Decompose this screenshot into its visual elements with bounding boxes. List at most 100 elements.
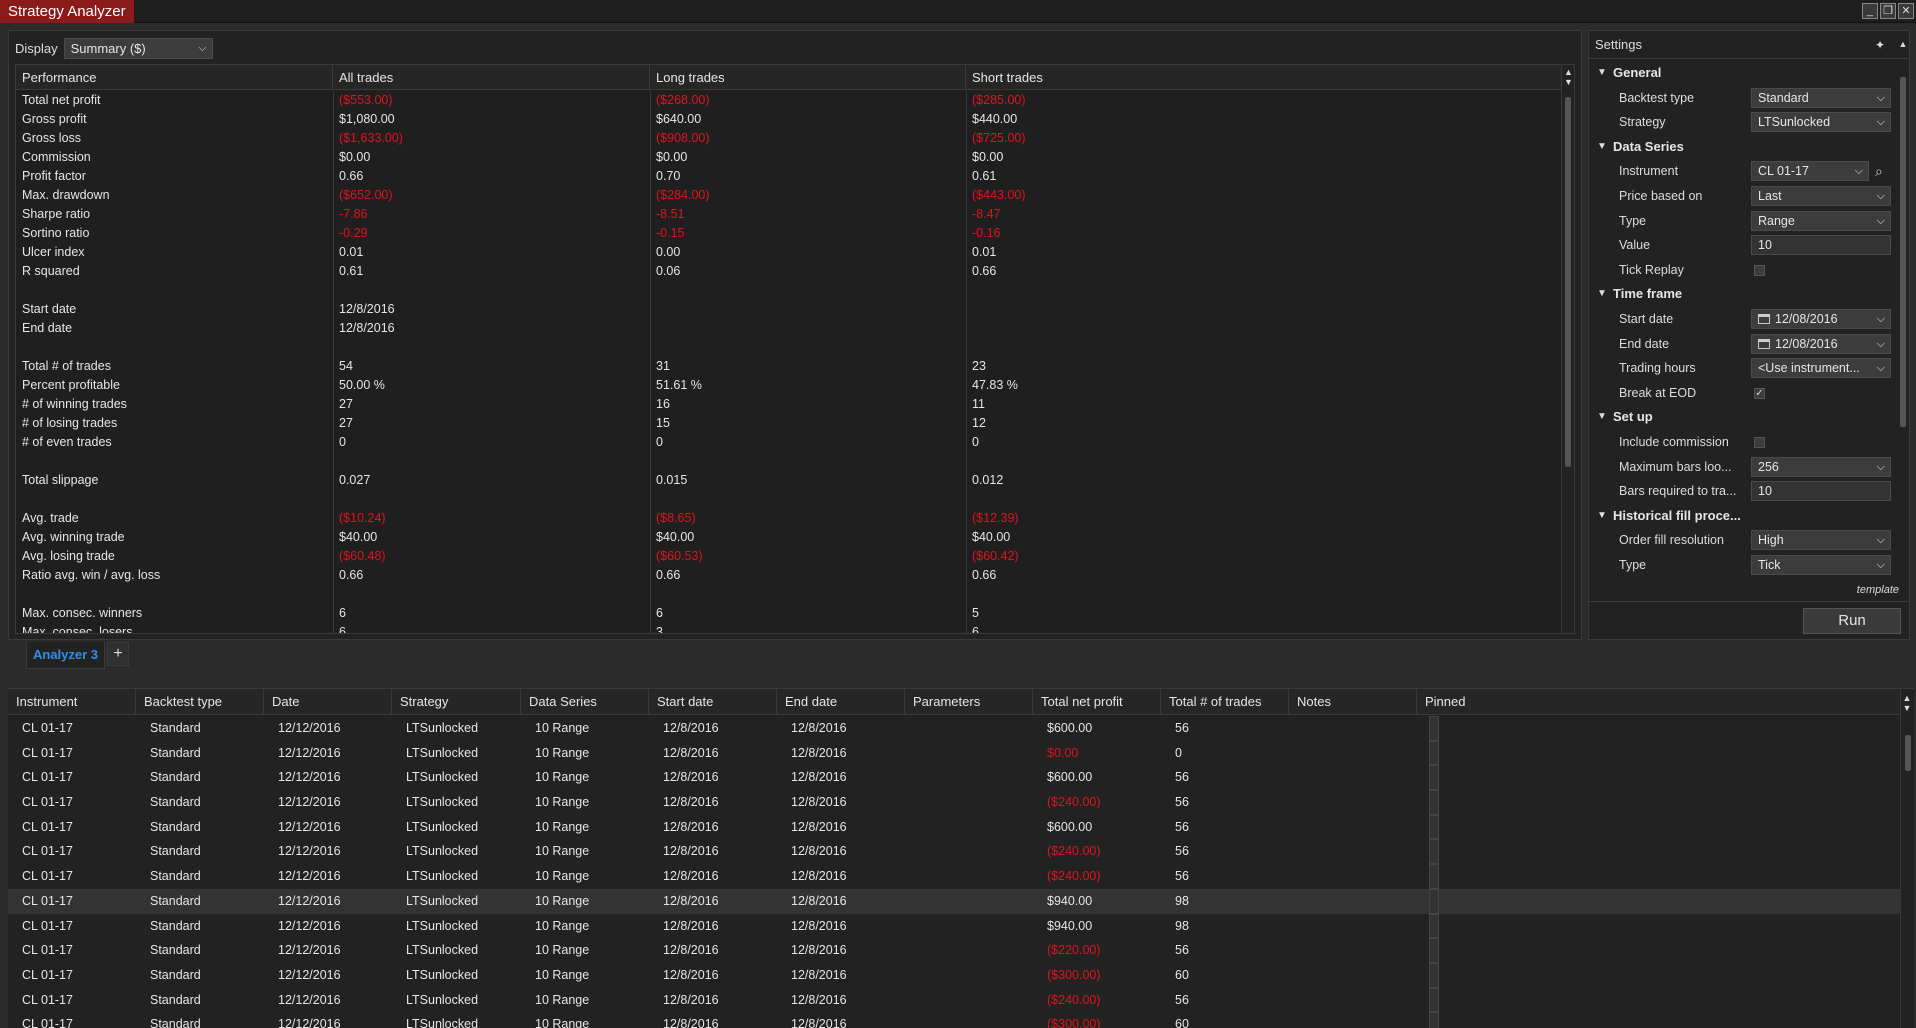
setting-checkbox[interactable]: [1754, 264, 1765, 276]
scroll-up-icon[interactable]: ▲: [1897, 39, 1909, 49]
pinned-checkbox[interactable]: [1429, 1012, 1439, 1028]
setting-select[interactable]: LTSunlocked ⌵: [1751, 112, 1891, 133]
column-header-instrument[interactable]: Instrument: [8, 689, 136, 715]
table-row[interactable]: CL 01-17 Standard 12/12/2016 LTSunlocked 10 …: [8, 740, 1900, 766]
column-header-pinned[interactable]: Pinned: [1417, 689, 1900, 715]
setting-value: 12/08/2016: [1775, 311, 1838, 326]
scrollbar-thumb[interactable]: [1905, 735, 1911, 771]
performance-row: Max. consec. losers 6 3 6: [16, 623, 1562, 633]
setting-select[interactable]: 12/08/2016 ⌵: [1751, 333, 1891, 354]
column-header-end-date[interactable]: End date: [777, 689, 905, 715]
column-header-long-trades[interactable]: Long trades: [650, 65, 966, 90]
cell-params: [911, 741, 919, 766]
table-row[interactable]: CL 01-17 Standard 12/12/2016 LTSunlocked 10 …: [8, 913, 1900, 939]
setting-checkbox[interactable]: ✓: [1754, 387, 1765, 399]
scrollbar-thumb[interactable]: [1900, 77, 1906, 427]
setting-label: Value: [1619, 238, 1651, 253]
restore-button[interactable]: ❐: [1880, 3, 1896, 19]
setting-select[interactable]: 12/08/2016 ⌵: [1751, 308, 1891, 329]
setting-checkbox[interactable]: [1754, 436, 1765, 448]
settings-section[interactable]: ▼ Time frame: [1589, 282, 1897, 307]
table-row[interactable]: CL 01-17 Standard 12/12/2016 LTSunlocked 10 …: [8, 765, 1900, 791]
settings-row: Start date 12/08/2016 ⌵: [1589, 307, 1897, 332]
collapse-triangle-icon[interactable]: ▼: [1597, 61, 1607, 86]
column-header-short-trades[interactable]: Short trades: [966, 65, 1562, 90]
collapse-triangle-icon[interactable]: ▼: [1597, 405, 1607, 430]
settings-scrollbar[interactable]: ▲: [1897, 39, 1909, 601]
setting-label: Order fill resolution: [1619, 533, 1724, 548]
display-select[interactable]: Summary ($) ⌵: [63, 37, 213, 59]
table-row[interactable]: CL 01-17 Standard 12/12/2016 LTSunlocked 10 …: [8, 888, 1900, 914]
table-row[interactable]: CL 01-17 Standard 12/12/2016 LTSunlocked 10 …: [8, 987, 1900, 1013]
scroll-up-icon[interactable]: ▲: [1901, 693, 1913, 703]
close-button[interactable]: ✕: [1898, 3, 1914, 19]
pinned-checkbox[interactable]: [1429, 938, 1439, 963]
pinned-checkbox[interactable]: [1429, 740, 1439, 766]
scroll-up-icon[interactable]: ▲: [1562, 67, 1574, 77]
pinned-checkbox[interactable]: [1429, 913, 1439, 939]
column-header-all-trades[interactable]: All trades: [333, 65, 650, 90]
column-header-strategy[interactable]: Strategy: [392, 689, 521, 715]
search-icon[interactable]: ⌕: [1875, 163, 1883, 180]
setting-select[interactable]: CL 01-17 ⌵: [1751, 161, 1869, 182]
performance-cell-all: 0.66: [339, 169, 364, 183]
table-row[interactable]: CL 01-17 Standard 12/12/2016 LTSunlocked 10 …: [8, 938, 1900, 963]
setting-select[interactable]: Tick ⌵: [1751, 554, 1891, 575]
setting-input[interactable]: 10: [1751, 235, 1891, 256]
scrollbar-thumb[interactable]: [1565, 97, 1571, 467]
tab-analyzer-3[interactable]: Analyzer 3: [26, 642, 106, 669]
pinned-checkbox[interactable]: [1429, 888, 1439, 914]
column-header-data-series[interactable]: Data Series: [521, 689, 649, 715]
settings-section[interactable]: ▼ Set up: [1589, 405, 1897, 430]
scroll-down-icon[interactable]: ▼: [1562, 77, 1574, 87]
minimize-button[interactable]: _: [1862, 3, 1878, 19]
window-title: Strategy Analyzer: [0, 0, 134, 23]
pinned-checkbox[interactable]: [1429, 765, 1439, 791]
performance-scrollbar[interactable]: ▲ ▼: [1561, 65, 1574, 633]
table-row[interactable]: CL 01-17 Standard 12/12/2016 LTSunlocked 10 …: [8, 790, 1900, 815]
column-header-parameters[interactable]: Parameters: [905, 689, 1033, 715]
setting-select[interactable]: High ⌵: [1751, 530, 1891, 551]
column-header-total-of-trades[interactable]: Total # of trades: [1161, 689, 1289, 715]
column-header-performance[interactable]: Performance: [16, 65, 333, 90]
setting-select[interactable]: <Use instrument... ⌵: [1751, 358, 1891, 379]
setting-select[interactable]: Standard ⌵: [1751, 87, 1891, 108]
performance-cell-label: Profit factor: [22, 169, 86, 183]
pinned-checkbox[interactable]: [1429, 839, 1439, 865]
collapse-triangle-icon[interactable]: ▼: [1597, 504, 1607, 529]
setting-select[interactable]: 256 ⌵: [1751, 456, 1891, 477]
setting-select[interactable]: Last ⌵: [1751, 185, 1891, 206]
template-link[interactable]: template: [1857, 584, 1899, 596]
pinned-checkbox[interactable]: [1429, 864, 1439, 889]
add-tab-button[interactable]: +: [107, 642, 130, 666]
collapse-triangle-icon[interactable]: ▼: [1597, 282, 1607, 307]
scroll-down-icon[interactable]: ▼: [1901, 703, 1913, 713]
column-header-notes[interactable]: Notes: [1289, 689, 1417, 715]
column-header-total-net-profit[interactable]: Total net profit: [1033, 689, 1161, 715]
settings-section[interactable]: ▼ General: [1589, 61, 1897, 86]
settings-section[interactable]: ▼ Historical fill proce...: [1589, 504, 1897, 529]
pin-icon[interactable]: ✦: [1875, 31, 1885, 59]
setting-select[interactable]: Range ⌵: [1751, 210, 1891, 231]
setting-input[interactable]: 10: [1751, 481, 1891, 502]
settings-section[interactable]: ▼ Data Series: [1589, 135, 1897, 160]
column-header-start-date[interactable]: Start date: [649, 689, 777, 715]
pinned-checkbox[interactable]: [1429, 962, 1439, 988]
table-row[interactable]: CL 01-17 Standard 12/12/2016 LTSunlocked 10 …: [8, 716, 1900, 741]
run-button[interactable]: Run: [1803, 608, 1901, 634]
collapse-triangle-icon[interactable]: ▼: [1597, 135, 1607, 160]
pinned-checkbox[interactable]: [1429, 790, 1439, 815]
pinned-checkbox[interactable]: [1429, 987, 1439, 1013]
table-row[interactable]: CL 01-17 Standard 12/12/2016 LTSunlocked 10 …: [8, 814, 1900, 840]
column-header-date[interactable]: Date: [264, 689, 392, 715]
cell-series: 10 Range: [535, 992, 590, 1007]
pinned-checkbox[interactable]: [1429, 716, 1439, 741]
pinned-checkbox[interactable]: [1429, 814, 1439, 840]
table-row[interactable]: CL 01-17 Standard 12/12/2016 LTSunlocked 10 …: [8, 864, 1900, 889]
table-row[interactable]: CL 01-17 Standard 12/12/2016 LTSunlocked 10 …: [8, 1012, 1900, 1028]
column-header-backtest-type[interactable]: Backtest type: [136, 689, 264, 715]
results-scrollbar[interactable]: ▲ ▼: [1900, 689, 1914, 1028]
cell-series: 10 Range: [535, 893, 590, 908]
table-row[interactable]: CL 01-17 Standard 12/12/2016 LTSunlocked 10 …: [8, 962, 1900, 988]
table-row[interactable]: CL 01-17 Standard 12/12/2016 LTSunlocked 10 …: [8, 839, 1900, 865]
